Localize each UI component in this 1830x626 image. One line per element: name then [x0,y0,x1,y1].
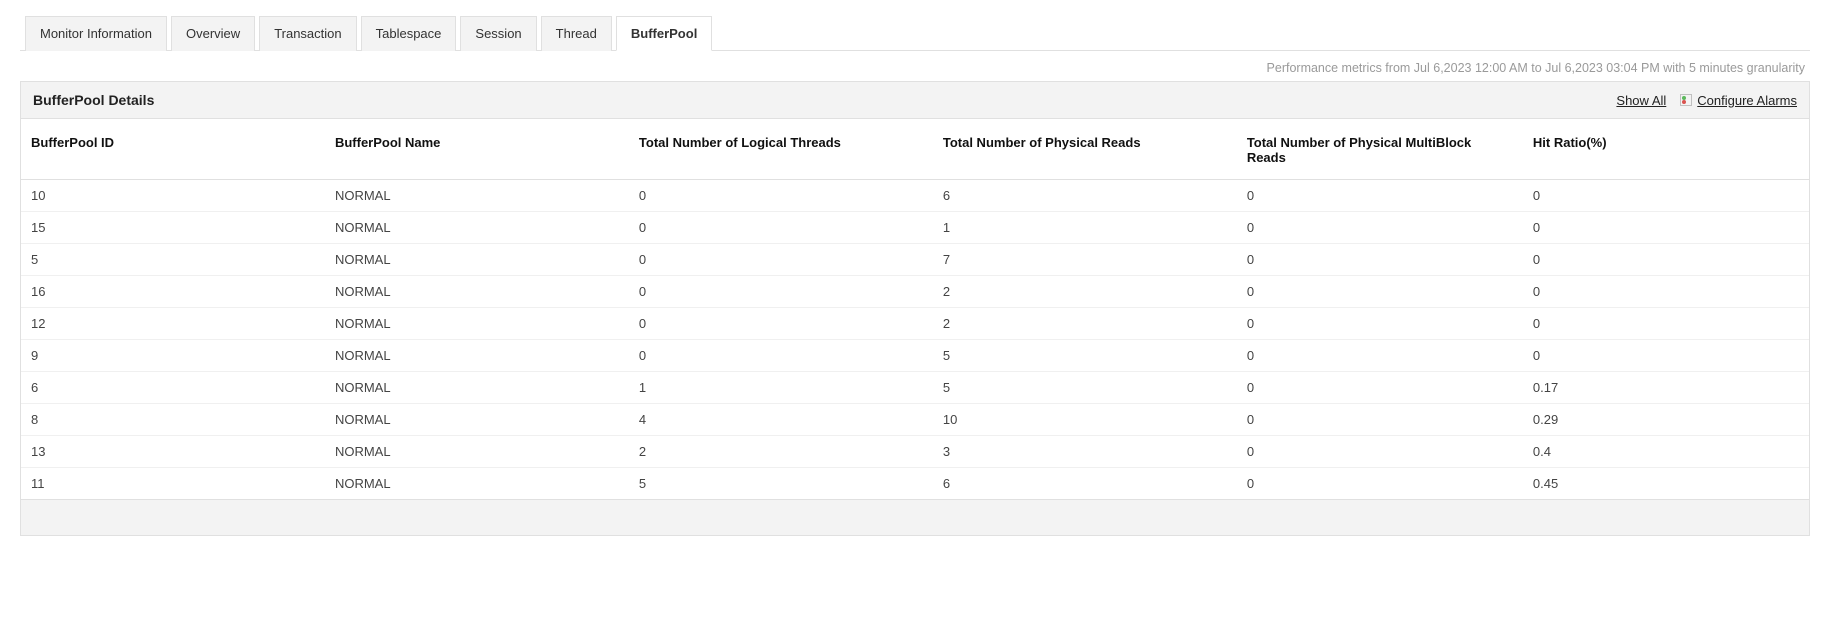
col-header-name[interactable]: BufferPool Name [325,119,629,180]
tab-tablespace[interactable]: Tablespace [361,16,457,51]
cell-id: 5 [21,244,325,276]
cell-pr: 7 [933,244,1237,276]
cell-lt: 4 [629,404,933,436]
table-row[interactable]: 15NORMAL0100 [21,212,1809,244]
cell-id: 10 [21,180,325,212]
cell-id: 9 [21,340,325,372]
cell-hr: 0.45 [1523,468,1809,500]
cell-id: 11 [21,468,325,500]
cell-lt: 0 [629,180,933,212]
tab-overview[interactable]: Overview [171,16,255,51]
cell-name: NORMAL [325,340,629,372]
show-all-link[interactable]: Show All [1616,93,1666,108]
table-row[interactable]: 10NORMAL0600 [21,180,1809,212]
cell-lt: 0 [629,276,933,308]
cell-pr: 6 [933,180,1237,212]
tab-session[interactable]: Session [460,16,536,51]
cell-name: NORMAL [325,276,629,308]
cell-pr: 1 [933,212,1237,244]
cell-mb: 0 [1237,468,1523,500]
cell-lt: 5 [629,468,933,500]
cell-mb: 0 [1237,372,1523,404]
cell-id: 15 [21,212,325,244]
cell-name: NORMAL [325,404,629,436]
tab-bufferpool[interactable]: BufferPool [616,16,712,51]
cell-mb: 0 [1237,244,1523,276]
cell-mb: 0 [1237,436,1523,468]
cell-name: NORMAL [325,308,629,340]
cell-lt: 0 [629,340,933,372]
cell-mb: 0 [1237,212,1523,244]
panel-header: BufferPool Details Show All Configure Al… [21,82,1809,119]
bufferpool-panel: BufferPool Details Show All Configure Al… [20,81,1810,536]
col-header-multiblock-reads[interactable]: Total Number of Physical MultiBlock Read… [1237,119,1523,180]
cell-mb: 0 [1237,308,1523,340]
cell-pr: 2 [933,308,1237,340]
col-header-id[interactable]: BufferPool ID [21,119,325,180]
cell-mb: 0 [1237,340,1523,372]
cell-lt: 0 [629,308,933,340]
cell-hr: 0 [1523,308,1809,340]
cell-pr: 2 [933,276,1237,308]
cell-hr: 0.29 [1523,404,1809,436]
table-row[interactable]: 13NORMAL2300.4 [21,436,1809,468]
cell-pr: 5 [933,340,1237,372]
table-row[interactable]: 12NORMAL0200 [21,308,1809,340]
table-footer [21,499,1809,535]
cell-mb: 0 [1237,180,1523,212]
table-row[interactable]: 16NORMAL0200 [21,276,1809,308]
cell-hr: 0 [1523,340,1809,372]
col-header-physical-reads[interactable]: Total Number of Physical Reads [933,119,1237,180]
cell-lt: 0 [629,212,933,244]
alarm-config-icon [1680,94,1692,106]
cell-name: NORMAL [325,244,629,276]
table-header-row: BufferPool ID BufferPool Name Total Numb… [21,119,1809,180]
tabs-bar: Monitor InformationOverviewTransactionTa… [20,15,1810,51]
cell-mb: 0 [1237,404,1523,436]
cell-hr: 0 [1523,180,1809,212]
table-row[interactable]: 5NORMAL0700 [21,244,1809,276]
cell-lt: 1 [629,372,933,404]
cell-name: NORMAL [325,436,629,468]
cell-id: 13 [21,436,325,468]
cell-name: NORMAL [325,212,629,244]
col-header-hit-ratio[interactable]: Hit Ratio(%) [1523,119,1809,180]
cell-hr: 0 [1523,276,1809,308]
cell-lt: 0 [629,244,933,276]
table-row[interactable]: 6NORMAL1500.17 [21,372,1809,404]
cell-hr: 0.4 [1523,436,1809,468]
cell-pr: 10 [933,404,1237,436]
tab-transaction[interactable]: Transaction [259,16,356,51]
cell-hr: 0 [1523,212,1809,244]
table-row[interactable]: 9NORMAL0500 [21,340,1809,372]
cell-hr: 0.17 [1523,372,1809,404]
panel-actions: Show All Configure Alarms [1616,93,1797,108]
cell-pr: 3 [933,436,1237,468]
col-header-logical-threads[interactable]: Total Number of Logical Threads [629,119,933,180]
table-row[interactable]: 11NORMAL5600.45 [21,468,1809,500]
configure-alarms-label: Configure Alarms [1697,93,1797,108]
cell-mb: 0 [1237,276,1523,308]
cell-id: 6 [21,372,325,404]
cell-id: 16 [21,276,325,308]
table-row[interactable]: 8NORMAL41000.29 [21,404,1809,436]
bufferpool-table: BufferPool ID BufferPool Name Total Numb… [21,119,1809,499]
configure-alarms-link[interactable]: Configure Alarms [1680,93,1797,108]
cell-name: NORMAL [325,372,629,404]
tab-thread[interactable]: Thread [541,16,612,51]
cell-lt: 2 [629,436,933,468]
cell-name: NORMAL [325,180,629,212]
cell-pr: 5 [933,372,1237,404]
cell-id: 8 [21,404,325,436]
cell-name: NORMAL [325,468,629,500]
tab-monitor-information[interactable]: Monitor Information [25,16,167,51]
cell-hr: 0 [1523,244,1809,276]
metrics-range-text: Performance metrics from Jul 6,2023 12:0… [20,51,1810,81]
cell-pr: 6 [933,468,1237,500]
panel-title: BufferPool Details [33,92,154,108]
cell-id: 12 [21,308,325,340]
